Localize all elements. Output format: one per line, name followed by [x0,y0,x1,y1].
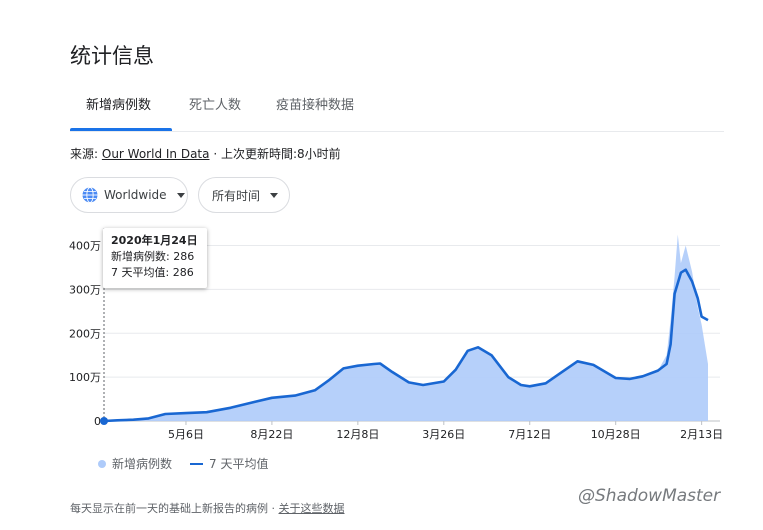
footer-note: 每天显示在前一天的基础上新报告的病例 · 关于这些数据 [70,500,345,516]
y-tick-label: 0 [94,415,101,428]
x-tick-label: 7月12日 [508,428,551,441]
chart-tooltip: 2020年1月24日 新增病例数: 286 7 天平均值: 286 [103,228,207,288]
chart-legend: 新增病例数 7 天平均值 [98,455,268,472]
legend-bars-label: 新增病例数 [112,457,173,471]
y-tick-label: 200万 [69,327,101,340]
x-tick-label: 3月26日 [422,428,465,441]
x-tick-label: 12月8日 [336,428,379,441]
x-tick-label: 5月6日 [168,428,204,441]
x-tick-label: 2月13日 [680,428,723,441]
about-data-link[interactable]: 关于这些数据 [279,502,345,515]
y-tick-label: 400万 [69,240,101,253]
y-axis: 0 100万 200万 300万 400万 [69,240,101,428]
footer-text: 每天显示在前一天的基础上新报告的病例 [70,502,268,515]
hover-point [100,417,108,425]
x-tick-label: 10月28日 [591,428,641,441]
y-tick-label: 300万 [69,283,101,296]
footer-separator: · [271,502,276,515]
x-tick-label: 8月22日 [250,428,293,441]
tooltip-average: 7 天平均值: 286 [111,266,194,279]
legend-line-label: 7 天平均值 [209,457,269,471]
x-axis: 5月6日 8月22日 12月8日 3月26日 7月12日 10月28日 2月13日 [168,421,723,441]
tooltip-date: 2020年1月24日 [111,234,198,247]
y-tick-label: 100万 [69,371,101,384]
legend-bars-swatch [98,459,106,468]
tooltip-cases: 新增病例数: 286 [111,250,195,263]
watermark: @ShadowMaster [578,486,721,506]
legend-line-swatch [190,462,204,465]
